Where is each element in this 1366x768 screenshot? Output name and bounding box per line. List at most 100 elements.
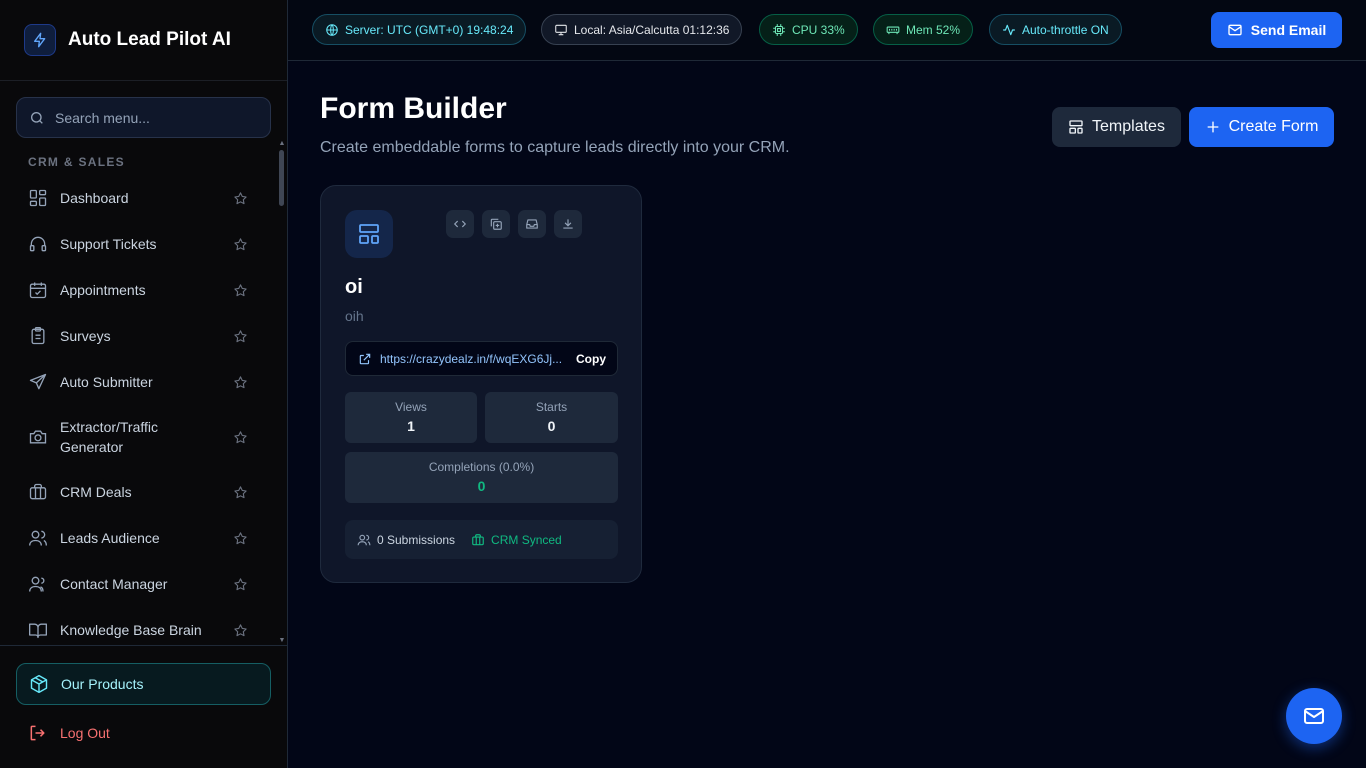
monitor-icon bbox=[554, 23, 568, 37]
star-icon[interactable] bbox=[233, 375, 248, 390]
memory-chip: Mem 52% bbox=[873, 14, 974, 45]
sidebar-item-label: Extractor/Traffic Generator bbox=[60, 419, 159, 455]
completions-stat: Completions (0.0%) 0 bbox=[345, 452, 618, 503]
cpu-text: CPU 33% bbox=[792, 22, 845, 37]
page-title: Form Builder bbox=[320, 92, 507, 125]
sidebar-item-label: Auto Submitter bbox=[60, 374, 153, 390]
scroll-thumb[interactable] bbox=[279, 150, 284, 206]
completions-label: Completions (0.0%) bbox=[428, 460, 535, 474]
users-icon bbox=[28, 528, 48, 548]
create-form-label: Create Form bbox=[1228, 118, 1319, 135]
cpu-chip: CPU 33% bbox=[759, 14, 858, 45]
top-bar: Server: UTC (GMT+0) 19:48:24 Local: Asia… bbox=[288, 0, 1366, 61]
floating-mail-button[interactable] bbox=[1286, 688, 1342, 744]
auto-throttle-text: Auto-throttle ON bbox=[1022, 22, 1109, 37]
mail-icon bbox=[1227, 22, 1243, 38]
search-icon bbox=[29, 110, 45, 126]
clipboard-list-icon bbox=[28, 326, 48, 346]
auto-throttle-chip[interactable]: Auto-throttle ON bbox=[989, 14, 1122, 45]
sidebar: Auto Lead Pilot AI CRM & SALES Dashboard… bbox=[0, 0, 288, 768]
brand[interactable]: Auto Lead Pilot AI bbox=[0, 0, 287, 81]
sidebar-item-label: Contact Manager bbox=[60, 576, 168, 592]
package-icon bbox=[29, 674, 49, 694]
logout-icon bbox=[28, 723, 48, 743]
activity-icon bbox=[1002, 23, 1016, 37]
sidebar-item-support-tickets[interactable]: Support Tickets bbox=[16, 234, 264, 254]
crm-synced-badge: CRM Synced bbox=[471, 533, 562, 547]
templates-label: Templates bbox=[1092, 118, 1165, 135]
search-input[interactable] bbox=[55, 109, 255, 126]
send-email-button[interactable]: Send Email bbox=[1211, 12, 1342, 48]
sidebar-footer: Our Products Log Out bbox=[0, 645, 287, 768]
sidebar-item-auto-submitter[interactable]: Auto Submitter bbox=[16, 372, 264, 392]
download-icon[interactable] bbox=[554, 210, 582, 238]
section-label: CRM & SALES bbox=[28, 155, 125, 169]
duplicate-icon[interactable] bbox=[482, 210, 510, 238]
inbox-icon[interactable] bbox=[518, 210, 546, 238]
star-icon[interactable] bbox=[233, 283, 248, 298]
our-products-button[interactable]: Our Products bbox=[16, 663, 271, 705]
app-name: Auto Lead Pilot AI bbox=[68, 29, 231, 50]
submissions-link[interactable]: 0 Submissions bbox=[357, 533, 455, 547]
star-icon[interactable] bbox=[233, 329, 248, 344]
logout-button[interactable]: Log Out bbox=[16, 716, 271, 750]
star-icon[interactable] bbox=[233, 623, 248, 638]
starts-label: Starts bbox=[535, 400, 568, 414]
starts-value: 0 bbox=[547, 418, 556, 434]
form-card-actions bbox=[446, 210, 590, 238]
star-icon[interactable] bbox=[233, 430, 248, 445]
sidebar-item-extractor[interactable]: Extractor/Traffic Generator bbox=[16, 417, 264, 457]
sidebar-item-label: Appointments bbox=[60, 282, 146, 298]
sidebar-menu: Dashboard Support Tickets Appointments S… bbox=[16, 176, 272, 641]
sidebar-item-knowledge-base[interactable]: Knowledge Base Brain bbox=[16, 620, 264, 640]
views-stat: Views 1 bbox=[345, 392, 477, 443]
scroll-down-arrow-icon[interactable]: ▼ bbox=[278, 637, 286, 645]
copy-url-button[interactable]: Copy bbox=[576, 352, 606, 366]
form-layout-icon bbox=[345, 210, 393, 258]
star-icon[interactable] bbox=[233, 237, 248, 252]
sidebar-item-label: Surveys bbox=[60, 328, 111, 344]
contacts-icon bbox=[28, 574, 48, 594]
users-icon bbox=[357, 533, 371, 547]
plus-icon bbox=[1205, 119, 1221, 135]
cpu-icon bbox=[772, 23, 786, 37]
briefcase-icon bbox=[28, 482, 48, 502]
form-url[interactable]: https://crazydealz.in/f/wqEXG6Jj... bbox=[380, 352, 566, 366]
briefcase-icon bbox=[471, 533, 485, 547]
create-form-button[interactable]: Create Form bbox=[1189, 107, 1334, 147]
embed-code-icon[interactable] bbox=[446, 210, 474, 238]
send-email-label: Send Email bbox=[1250, 22, 1327, 38]
send-icon bbox=[28, 372, 48, 392]
sidebar-item-label: Support Tickets bbox=[60, 236, 157, 252]
sidebar-item-label: Leads Audience bbox=[60, 530, 160, 546]
sidebar-item-dashboard[interactable]: Dashboard bbox=[16, 188, 264, 208]
sidebar-item-leads-audience[interactable]: Leads Audience bbox=[16, 528, 264, 548]
memory-text: Mem 52% bbox=[906, 22, 961, 37]
local-time-text: Local: Asia/Calcutta 01:12:36 bbox=[574, 22, 730, 37]
camera-icon bbox=[28, 427, 48, 447]
starts-stat: Starts 0 bbox=[485, 392, 618, 443]
sidebar-item-crm-deals[interactable]: CRM Deals bbox=[16, 482, 264, 502]
server-time-text: Server: UTC (GMT+0) 19:48:24 bbox=[345, 22, 514, 37]
sidebar-scrollbar[interactable]: ▲ ▼ bbox=[278, 140, 286, 645]
form-name: oi bbox=[345, 276, 363, 298]
templates-button[interactable]: Templates bbox=[1052, 107, 1181, 147]
scroll-up-arrow-icon[interactable]: ▲ bbox=[278, 140, 286, 148]
sidebar-item-appointments[interactable]: Appointments bbox=[16, 280, 264, 300]
sidebar-item-surveys[interactable]: Surveys bbox=[16, 326, 264, 346]
completions-value: 0 bbox=[477, 478, 486, 494]
layout-template-icon bbox=[1068, 119, 1084, 135]
star-icon[interactable] bbox=[233, 485, 248, 500]
sidebar-item-contact-manager[interactable]: Contact Manager bbox=[16, 574, 264, 594]
form-description: oih bbox=[345, 308, 364, 324]
memory-stick-icon bbox=[886, 23, 900, 37]
form-card-footer: 0 Submissions CRM Synced bbox=[345, 520, 618, 559]
star-icon[interactable] bbox=[233, 577, 248, 592]
search-menu[interactable] bbox=[16, 97, 271, 138]
external-link-icon[interactable] bbox=[358, 352, 372, 366]
lightning-logo-icon bbox=[24, 24, 56, 56]
form-url-box: https://crazydealz.in/f/wqEXG6Jj... Copy bbox=[345, 341, 618, 376]
star-icon[interactable] bbox=[233, 191, 248, 206]
star-icon[interactable] bbox=[233, 531, 248, 546]
sidebar-item-label: Dashboard bbox=[60, 190, 129, 206]
